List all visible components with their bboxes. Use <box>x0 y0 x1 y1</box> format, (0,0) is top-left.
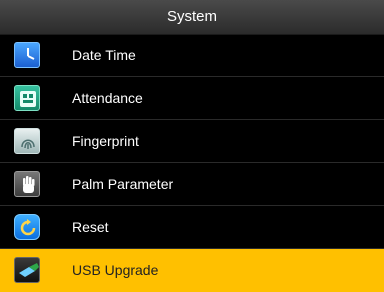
clock-icon <box>14 42 40 68</box>
menu-item-label: Attendance <box>72 90 143 106</box>
menu-item-label: USB Upgrade <box>72 262 159 278</box>
menu-item-reset[interactable]: Reset <box>0 206 384 249</box>
menu-item-palm-parameter[interactable]: Palm Parameter <box>0 163 384 206</box>
menu-item-attendance[interactable]: Attendance <box>0 77 384 120</box>
page-title: System <box>166 8 217 25</box>
usb-icon <box>14 257 40 283</box>
menu-item-label: Palm Parameter <box>72 176 174 192</box>
screen: System Date Time Attendance Fingerprint … <box>0 0 384 292</box>
system-menu: Date Time Attendance Fingerprint Palm Pa… <box>0 34 384 292</box>
header: System <box>0 0 384 35</box>
menu-item-label: Reset <box>72 219 109 235</box>
menu-item-date-time[interactable]: Date Time <box>0 34 384 77</box>
attendance-icon <box>14 85 40 111</box>
palm-icon <box>14 171 40 197</box>
menu-item-fingerprint[interactable]: Fingerprint <box>0 120 384 163</box>
menu-item-label: Fingerprint <box>72 133 139 149</box>
reset-icon <box>14 214 40 240</box>
menu-item-label: Date Time <box>72 47 136 63</box>
fingerprint-icon <box>14 128 40 154</box>
menu-item-usb-upgrade[interactable]: USB Upgrade <box>0 249 384 292</box>
